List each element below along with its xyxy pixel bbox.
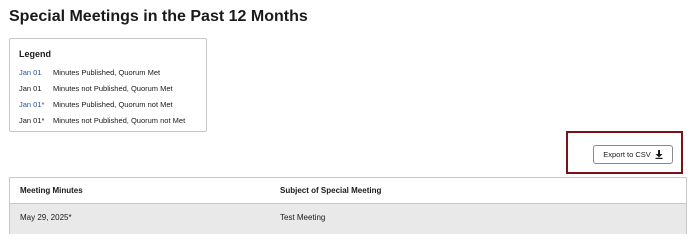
legend-item: Jan 01 Minutes not Published, Quorum Met	[19, 84, 173, 93]
legend-item-date: Jan 01*	[19, 116, 45, 125]
legend-box: Legend Jan 01 Minutes Published, Quorum …	[9, 38, 207, 132]
legend-item: Jan 01* Minutes not Published, Quorum no…	[19, 116, 185, 125]
table-header: Meeting Minutes Subject of Special Meeti…	[10, 178, 686, 204]
export-csv-button[interactable]: Export to CSV	[593, 145, 673, 164]
column-header-subject[interactable]: Subject of Special Meeting	[280, 186, 381, 195]
legend-item-description: Minutes Published, Quorum not Met	[53, 100, 173, 109]
legend-item: Jan 01* Minutes Published, Quorum not Me…	[19, 100, 173, 109]
export-csv-label: Export to CSV	[603, 150, 651, 159]
legend-title: Legend	[19, 49, 52, 59]
legend-item-description: Minutes not Published, Quorum not Met	[53, 116, 186, 125]
minutes-table: Meeting Minutes Subject of Special Meeti…	[9, 177, 687, 234]
table-row: May 29, 2025* Test Meeting	[10, 204, 686, 234]
legend-item-date: Jan 01*	[19, 100, 45, 109]
column-header-meeting-minutes[interactable]: Meeting Minutes	[20, 186, 83, 195]
legend-item-date: Jan 01	[19, 84, 42, 93]
legend-item-description: Minutes Published, Quorum Met	[53, 68, 161, 77]
download-icon	[655, 150, 663, 159]
meeting-date-link[interactable]: May 29, 2025*	[20, 213, 72, 222]
legend-item-description: Minutes not Published, Quorum Met	[53, 84, 173, 93]
legend-item: Jan 01 Minutes Published, Quorum Met	[19, 68, 160, 77]
page-title: Special Meetings in the Past 12 Months	[9, 8, 308, 25]
legend-item-date: Jan 01	[19, 68, 42, 77]
meeting-subject: Test Meeting	[280, 213, 326, 222]
